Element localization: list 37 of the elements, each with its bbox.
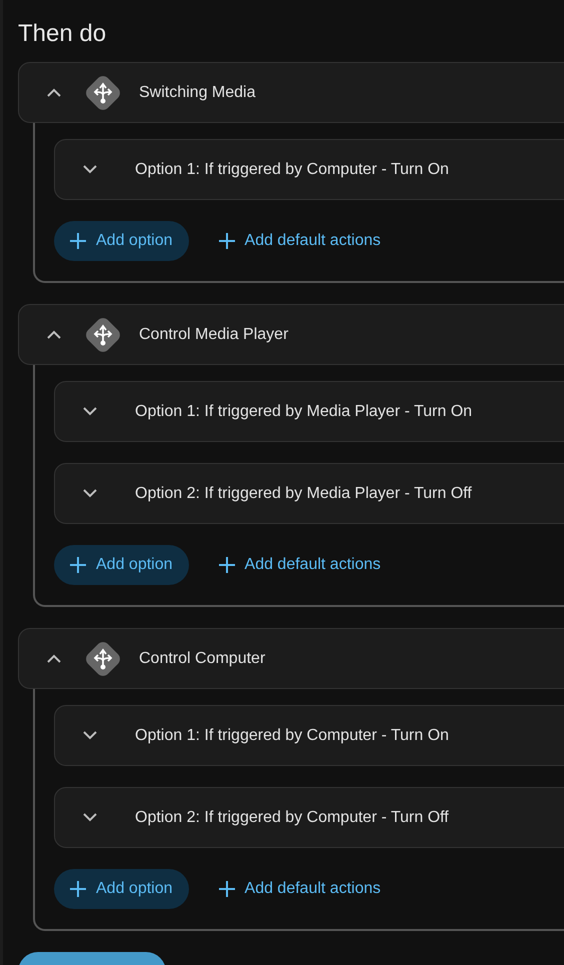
plus-icon [218, 881, 235, 897]
chevron-up-icon[interactable] [47, 654, 61, 663]
plus-icon [218, 557, 235, 573]
plus-icon [70, 881, 86, 897]
option-label: Option 1: If triggered by Computer - Turn On [135, 160, 449, 178]
section-title: Then do [18, 20, 106, 48]
add-default-actions-button[interactable]: Add default actions [202, 221, 397, 261]
chevron-down-icon[interactable] [83, 489, 97, 498]
add-option-button[interactable]: Add option [54, 545, 189, 585]
option-row[interactable]: Option 2: If triggered by Computer - Turn Off [54, 787, 564, 848]
option-label: Option 2: If triggered by Computer - Turn Off [135, 808, 449, 826]
chevron-down-icon[interactable] [83, 165, 97, 174]
section-header[interactable]: Control Computer [18, 628, 564, 689]
chevron-down-icon[interactable] [83, 813, 97, 822]
add-default-actions-button[interactable]: Add default actions [202, 869, 397, 909]
section-name: Control Media Player [139, 326, 288, 344]
add-option-button[interactable]: Add option [54, 869, 189, 909]
option-label: Option 1: If triggered by Computer - Turn On [135, 726, 449, 744]
option-row[interactable]: Option 1: If triggered by Computer - Turn On [54, 705, 564, 766]
chevron-up-icon[interactable] [47, 88, 61, 97]
chevron-down-icon[interactable] [83, 407, 97, 416]
chevron-down-icon[interactable] [83, 731, 97, 740]
plus-icon [218, 233, 235, 249]
add-option-button[interactable]: Add option [54, 221, 189, 261]
plus-icon [70, 557, 86, 573]
option-row[interactable]: Option 2: If triggered by Media Player - Turn Off [54, 463, 564, 524]
option-row[interactable]: Option 1: If triggered by Media Player - Turn On [54, 381, 564, 442]
plus-icon [70, 233, 86, 249]
option-row[interactable]: Option 1: If triggered by Computer - Turn On [54, 139, 564, 200]
option-label: Option 2: If triggered by Media Player - Turn Off [135, 484, 472, 502]
add-default-actions-button[interactable]: Add default actions [202, 545, 397, 585]
chevron-up-icon[interactable] [47, 330, 61, 339]
section-header[interactable]: Switching Media [18, 62, 564, 123]
option-label: Option 1: If triggered by Media Player - Turn On [135, 402, 472, 420]
section-name: Control Computer [139, 650, 266, 668]
section-header[interactable]: Control Media Player [18, 304, 564, 365]
section-name: Switching Media [139, 84, 256, 102]
